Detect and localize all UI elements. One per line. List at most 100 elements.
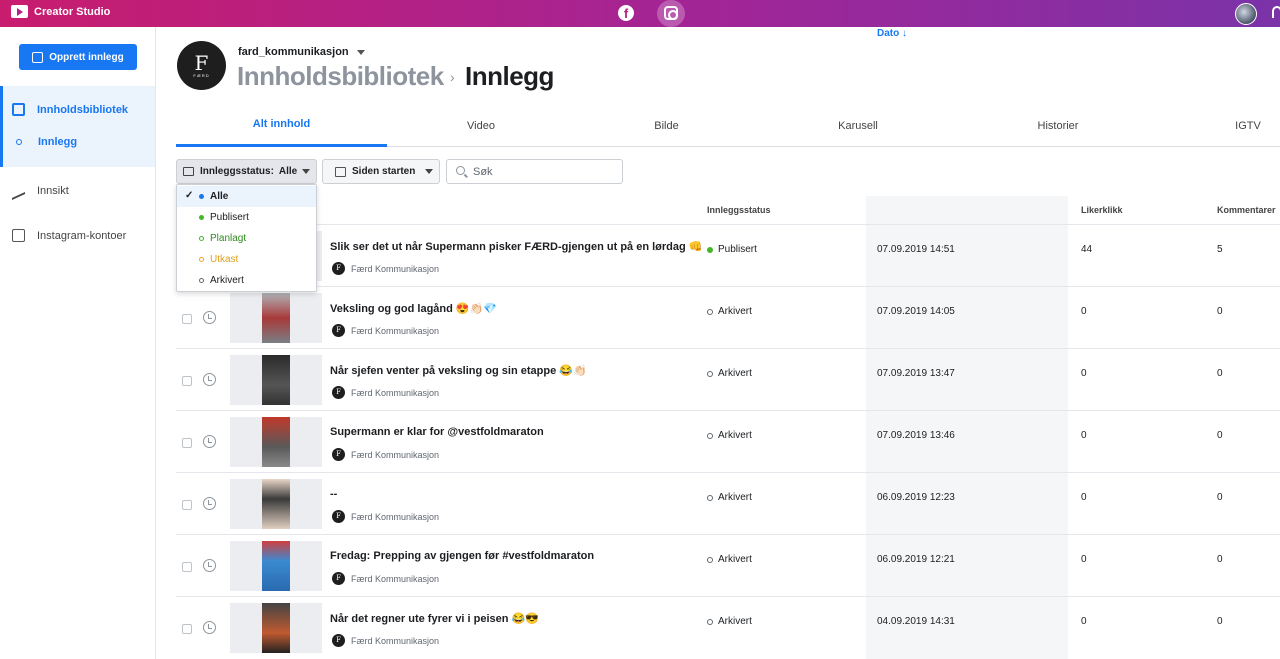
search-input[interactable] [446, 159, 623, 184]
user-avatar[interactable] [1235, 3, 1257, 25]
table-row[interactable]: Veksling og god lagånd 😍👏🏻💎 F Færd Kommun… [176, 286, 1280, 348]
status-filter-value: Alle [278, 166, 298, 177]
header-date[interactable]: Dato ↓ [877, 19, 907, 47]
post-thumbnail[interactable] [230, 603, 322, 653]
search-icon [456, 166, 465, 175]
post-thumbnail[interactable] [230, 293, 322, 343]
comments-count: 0 [1217, 306, 1223, 317]
breadcrumb-content-library[interactable]: Innholdsbibliotek [237, 61, 444, 92]
post-title[interactable]: Når sjefen venter på veksling og sin eta… [330, 364, 587, 377]
page-title: Innlegg [465, 61, 554, 91]
status-text: Arkivert [718, 492, 752, 503]
row-checkbox[interactable] [182, 314, 192, 324]
likes-count: 44 [1081, 244, 1093, 255]
likes-count: 0 [1081, 492, 1087, 503]
archived-dot-icon [707, 618, 713, 625]
sidebar-item-instagram-accounts[interactable]: Instagram-kontoer [12, 229, 126, 242]
status-badge: Arkivert [707, 430, 752, 441]
account-icon [12, 229, 25, 242]
clock-icon [203, 373, 216, 386]
status-option-draft[interactable]: Utkast [177, 249, 316, 270]
post-thumbnail[interactable] [230, 417, 322, 467]
author-name: Færd Kommunikasjon [351, 325, 440, 336]
date-range-filter[interactable]: Siden starten [322, 159, 440, 184]
post-author: F Færd Kommunikasjon [332, 510, 439, 523]
header-comments[interactable]: Kommentarer [1217, 196, 1276, 224]
calendar-icon [335, 166, 346, 177]
facebook-icon[interactable]: f [618, 5, 634, 21]
post-thumbnail[interactable] [230, 479, 322, 529]
row-checkbox[interactable] [182, 376, 192, 386]
post-title[interactable]: -- [330, 488, 337, 500]
create-post-button[interactable]: Opprett innlegg [19, 44, 137, 70]
post-title[interactable]: Supermann er klar for @vestfoldmaraton [330, 426, 544, 438]
status-option-published[interactable]: Publisert [177, 207, 316, 228]
comments-count: 0 [1217, 616, 1223, 627]
status-option-scheduled[interactable]: Planlagt [177, 228, 316, 249]
likes-count: 0 [1081, 616, 1087, 627]
post-title[interactable]: Fredag: Prepping av gjengen før #vestfol… [330, 550, 594, 562]
status-option-archived[interactable]: Arkivert [177, 270, 316, 291]
row-checkbox[interactable] [182, 562, 192, 572]
instagram-tab[interactable] [657, 0, 685, 27]
author-name: Færd Kommunikasjon [351, 387, 440, 398]
post-thumbnail[interactable] [230, 355, 322, 405]
thumbnail-image [262, 479, 290, 529]
table-row[interactable]: Når det regner ute fyrer vi i peisen 😂😎 … [176, 596, 1280, 658]
tab-stories[interactable]: Historier [958, 104, 1158, 147]
post-date: 06.09.2019 12:23 [877, 492, 955, 503]
notification-bell-icon[interactable] [1272, 6, 1280, 18]
archived-dot-icon [707, 308, 713, 315]
row-checkbox[interactable] [182, 438, 192, 448]
tab-igtv[interactable]: IGTV [1216, 104, 1280, 147]
creator-studio-brand[interactable]: Creator Studio [11, 5, 110, 18]
account-avatar: F FÆRD [177, 41, 226, 90]
table-row[interactable]: Supermann er klar for @vestfoldmaraton F… [176, 410, 1280, 472]
tab-carousel[interactable]: Karusell [758, 104, 958, 147]
status-option-all[interactable]: ✓ Alle [177, 186, 316, 207]
chevron-down-icon [425, 169, 434, 174]
post-author: F Færd Kommunikasjon [332, 386, 439, 399]
clock-icon [203, 621, 216, 634]
status-filter-label: Innleggsstatus: [200, 166, 274, 177]
header-likes[interactable]: Likerklikk [1081, 196, 1123, 224]
post-date: 07.09.2019 14:05 [877, 306, 955, 317]
status-badge: Arkivert [707, 368, 752, 379]
post-title[interactable]: Når det regner ute fyrer vi i peisen 😂😎 [330, 612, 539, 625]
status-dot-icon [199, 257, 204, 262]
table-row[interactable]: Fredag: Prepping av gjengen før #vestfol… [176, 534, 1280, 596]
comments-count: 0 [1217, 554, 1223, 565]
sidebar-item-content-library[interactable]: Innholdsbibliotek [12, 103, 128, 116]
option-label: Arkivert [210, 275, 244, 286]
row-checkbox[interactable] [182, 624, 192, 634]
post-title[interactable]: Slik ser det ut når Supermann pisker FÆR… [330, 240, 702, 253]
row-checkbox[interactable] [182, 500, 192, 510]
table-row[interactable]: -- F Færd Kommunikasjon Arkivert 06.09.20… [176, 472, 1280, 534]
thumbnail-image [262, 417, 290, 467]
account-switcher[interactable]: fard_kommunikasjon [238, 46, 365, 58]
tab-video[interactable]: Video [387, 104, 575, 147]
status-dot-icon [199, 215, 204, 220]
post-status-filter[interactable]: Innleggsstatus: Alle [176, 159, 317, 184]
tab-image[interactable]: Bilde [575, 104, 758, 147]
post-thumbnail[interactable] [230, 541, 322, 591]
header-status[interactable]: Innleggsstatus [707, 196, 771, 224]
author-name: Færd Kommunikasjon [351, 635, 440, 646]
sidebar-active-group [0, 86, 155, 167]
sidebar-item-insights[interactable]: Innsikt [12, 180, 69, 201]
tab-all-content[interactable]: Alt innhold [176, 104, 387, 147]
post-author: F Færd Kommunikasjon [332, 448, 439, 461]
likes-count: 0 [1081, 306, 1087, 317]
post-title[interactable]: Veksling og god lagånd 😍👏🏻💎 [330, 302, 497, 315]
sidebar-item-posts[interactable]: Innlegg [12, 136, 77, 148]
content-library-icon [12, 103, 25, 116]
table-row[interactable]: Slik ser det ut når Supermann pisker FÆR… [176, 224, 1280, 286]
author-name: Færd Kommunikasjon [351, 449, 440, 460]
status-badge: Publisert [707, 244, 757, 255]
status-badge: Arkivert [707, 306, 752, 317]
sidebar-item-label: Innholdsbibliotek [37, 103, 129, 116]
comments-count: 0 [1217, 492, 1223, 503]
post-author: F Færd Kommunikasjon [332, 262, 439, 275]
sidebar-active-indicator [0, 86, 3, 167]
table-row[interactable]: Når sjefen venter på veksling og sin eta… [176, 348, 1280, 410]
